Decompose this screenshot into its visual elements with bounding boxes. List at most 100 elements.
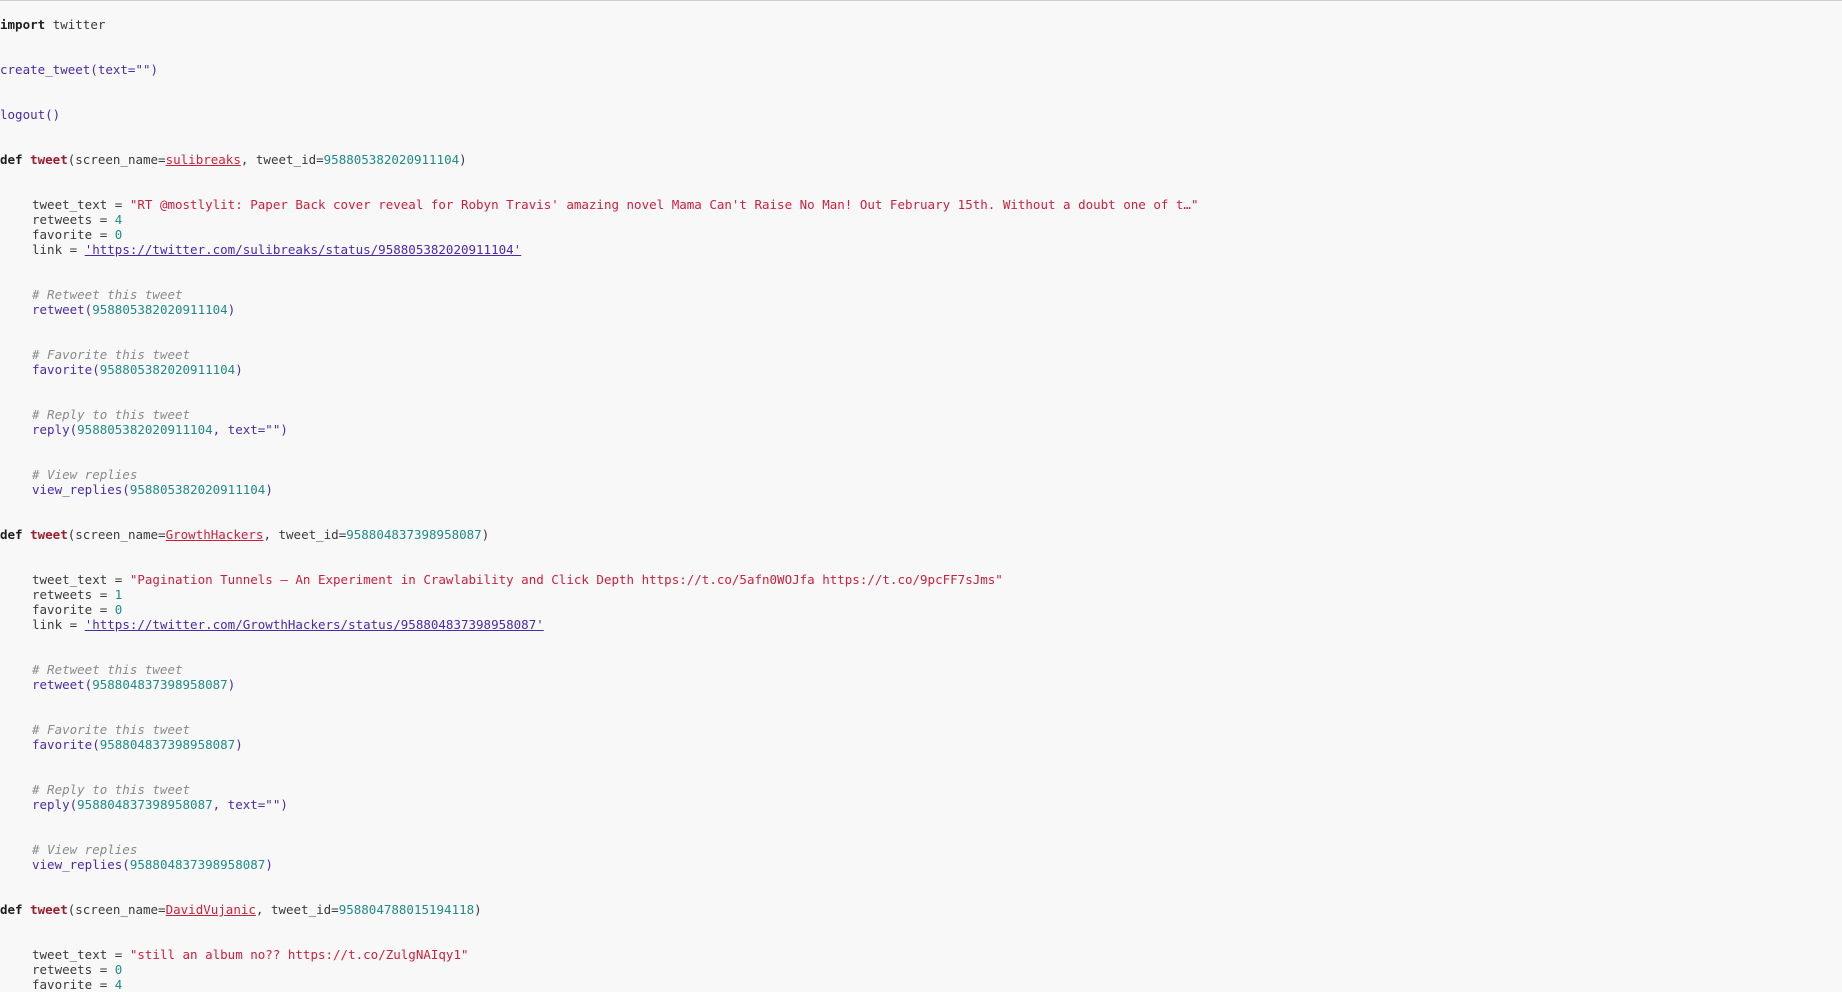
retweet-fn: retweet( [32, 302, 93, 317]
tweet-text-label: tweet_text = [32, 197, 130, 212]
close-paren: ) [235, 737, 243, 752]
reply-fn: reply( [32, 422, 78, 437]
tweet-text-line: tweet_text = "Pagination Tunnels – An Ex… [32, 572, 1003, 587]
screen-name-arg: (screen_name= [67, 902, 166, 917]
favorite-line: favorite = 0 [32, 227, 122, 242]
close-paren: ) [265, 482, 273, 497]
close-paren: ) [227, 302, 236, 317]
tweet-id: 958804837398958087 [346, 527, 482, 542]
retweet-comment: # Retweet this tweet [32, 287, 183, 302]
tweet-text-label: tweet_text = [32, 572, 130, 587]
close-paren: ) [459, 152, 467, 167]
reply-fn: reply( [32, 797, 78, 812]
favorite-fn: favorite( [32, 737, 100, 752]
tweet-text-value: "RT @mostlylit: Paper Back cover reveal … [129, 197, 1199, 212]
favorite-id: 958805382020911104 [99, 362, 236, 377]
tweet-def-line: def tweet(screen_name=DavidVujanic, twee… [0, 902, 482, 917]
view-replies-fn: view_replies( [32, 482, 130, 497]
favorite-label: favorite = [32, 602, 115, 617]
reply-id: 958804837398958087 [77, 797, 213, 812]
retweets-label: retweets = [32, 212, 115, 227]
screen-name-link[interactable]: DavidVujanic [166, 902, 256, 917]
favorite-label: favorite = [32, 227, 115, 242]
favorite-line: favorite = 0 [32, 602, 122, 617]
retweet-call[interactable]: retweet(958804837398958087) [32, 677, 235, 692]
retweets-count: 4 [114, 212, 123, 227]
retweets-count: 0 [114, 962, 123, 977]
logout-call[interactable]: logout() [0, 107, 60, 122]
def-keyword: def [0, 527, 23, 542]
view-replies-fn: view_replies( [32, 857, 130, 872]
favorite-comment: # Favorite this tweet [32, 347, 191, 362]
tweet-def-line: def tweet(screen_name=sulibreaks, tweet_… [0, 152, 467, 167]
retweets-label: retweets = [32, 962, 115, 977]
tweet-id: 958805382020911104 [323, 152, 460, 167]
tweet-link[interactable]: 'https://twitter.com/GrowthHackers/statu… [85, 617, 544, 632]
retweet-id: 958804837398958087 [92, 677, 228, 692]
tweet-text-line: tweet_text = "still an album no?? https:… [32, 947, 469, 962]
view-replies-call[interactable]: view_replies(958805382020911104) [32, 482, 273, 497]
reply-comment: # Reply to this tweet [32, 407, 191, 422]
view-replies-call[interactable]: view_replies(958804837398958087) [32, 857, 273, 872]
favorite-id: 958804837398958087 [99, 737, 236, 752]
module-name: twitter [52, 17, 106, 32]
tweet-text-value: "still an album no?? https://t.co/ZulgNA… [129, 947, 469, 962]
top-border [0, 0, 1842, 1]
close-paren: ) [481, 527, 490, 542]
reply-call[interactable]: reply(958805382020911104, text="") [32, 422, 288, 437]
view-replies-comment: # View replies [32, 467, 138, 482]
link-label: link = [32, 242, 85, 257]
favorite-fn: favorite( [32, 362, 100, 377]
favorite-comment: # Favorite this tweet [32, 722, 191, 737]
favorite-count: 0 [114, 602, 123, 617]
close-paren: ) [227, 677, 236, 692]
retweets-line: retweets = 0 [32, 962, 122, 977]
reply-id: 958805382020911104 [77, 422, 213, 437]
tweet-text-line: tweet_text = "RT @mostlylit: Paper Back … [32, 197, 1198, 212]
tweet-id-arg: , tweet_id= [263, 527, 347, 542]
view-replies-id: 958805382020911104 [129, 482, 266, 497]
view-replies-comment: # View replies [32, 842, 138, 857]
close-paren: ) [474, 902, 482, 917]
tweet-function-name: tweet [30, 902, 68, 917]
reply-text-arg: , text="") [212, 797, 288, 812]
screen-name-arg: (screen_name= [67, 527, 166, 542]
tweet-text-label: tweet_text = [32, 947, 130, 962]
retweet-fn: retweet( [32, 677, 93, 692]
create-tweet-call[interactable]: create_tweet(text="") [0, 62, 158, 77]
tweet-link[interactable]: 'https://twitter.com/sulibreaks/status/9… [85, 242, 522, 257]
tweet-function-name: tweet [30, 152, 68, 167]
screen-name-link[interactable]: sulibreaks [166, 152, 241, 167]
close-paren: ) [265, 857, 273, 872]
tweet-function-name: tweet [30, 527, 68, 542]
retweet-id: 958805382020911104 [92, 302, 228, 317]
reply-comment: # Reply to this tweet [32, 782, 191, 797]
retweet-comment: # Retweet this tweet [32, 662, 183, 677]
reply-call[interactable]: reply(958804837398958087, text="") [32, 797, 288, 812]
retweets-line: retweets = 4 [32, 212, 122, 227]
tweet-def-line: def tweet(screen_name=GrowthHackers, twe… [0, 527, 489, 542]
import-keyword: import [0, 17, 46, 32]
retweets-line: retweets = 1 [32, 587, 122, 602]
screen-name-link[interactable]: GrowthHackers [166, 527, 264, 542]
favorite-count: 0 [114, 227, 123, 242]
retweets-count: 1 [114, 587, 123, 602]
link-label: link = [32, 617, 85, 632]
import-line: import twitter [0, 17, 105, 32]
retweet-call[interactable]: retweet(958805382020911104) [32, 302, 235, 317]
link-line: link = 'https://twitter.com/sulibreaks/s… [32, 242, 521, 257]
tweet-text-value: "Pagination Tunnels – An Experiment in C… [129, 572, 1003, 587]
favorite-call[interactable]: favorite(958805382020911104) [32, 362, 243, 377]
link-line: link = 'https://twitter.com/GrowthHacker… [32, 617, 544, 632]
view-replies-id: 958804837398958087 [129, 857, 266, 872]
screen-name-arg: (screen_name= [67, 152, 166, 167]
def-keyword: def [0, 152, 23, 167]
tweet-id-arg: , tweet_id= [255, 902, 339, 917]
retweets-label: retweets = [32, 587, 115, 602]
favorite-call[interactable]: favorite(958804837398958087) [32, 737, 243, 752]
tweet-id-arg: , tweet_id= [240, 152, 324, 167]
def-keyword: def [0, 902, 23, 917]
tweet-id: 958804788015194118 [338, 902, 475, 917]
reply-text-arg: , text="") [212, 422, 288, 437]
close-paren: ) [235, 362, 243, 377]
